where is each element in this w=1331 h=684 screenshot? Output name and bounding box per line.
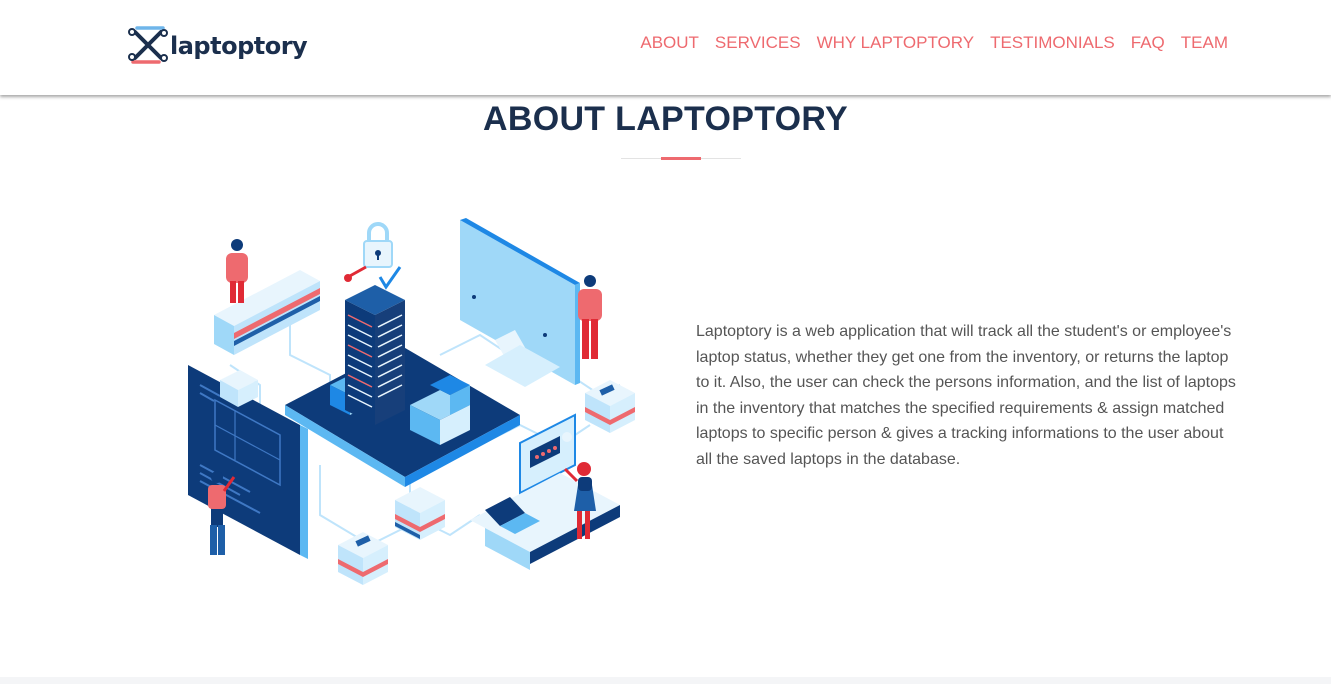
section-title: ABOUT LAPTOPTORY	[483, 100, 848, 138]
brand-name: laptoptory	[170, 32, 308, 60]
isometric-inventory-illustration	[188, 218, 635, 585]
laptoptory-logo-icon	[128, 26, 168, 64]
nav-item-testimonials[interactable]: TESTIMONIALS	[990, 33, 1115, 53]
title-divider-accent	[661, 157, 701, 160]
nav-item-faq[interactable]: FAQ	[1131, 33, 1165, 53]
nav-item-about[interactable]: ABOUT	[640, 33, 699, 53]
nav-item-team[interactable]: TEAM	[1181, 33, 1228, 53]
next-section-edge	[0, 677, 1331, 684]
logo-link[interactable]: laptoptory	[127, 22, 308, 66]
navbar: laptoptory ABOUT SERVICES WHY LAPTOPTORY…	[0, 0, 1331, 95]
nav-item-why-laptoptory[interactable]: WHY LAPTOPTORY	[817, 33, 974, 53]
about-description: Laptoptory is a web application that wil…	[696, 323, 1236, 468]
nav-item-services[interactable]: SERVICES	[715, 33, 801, 53]
main-nav: ABOUT SERVICES WHY LAPTOPTORY TESTIMONIA…	[640, 33, 1228, 53]
